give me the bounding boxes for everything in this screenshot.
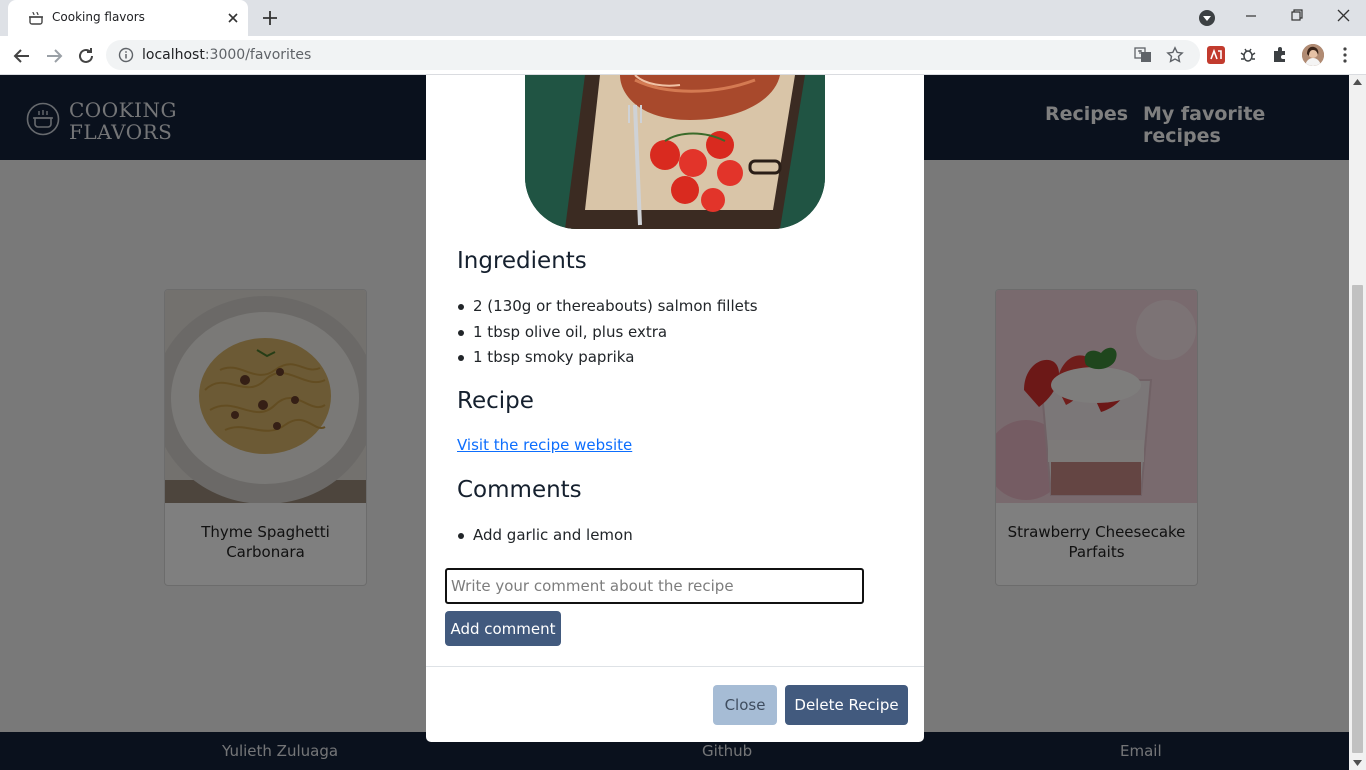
tab-title: Cooking flavors — [52, 10, 145, 24]
url-host: localhost — [142, 47, 205, 63]
forward-arrow-icon[interactable] — [42, 44, 66, 68]
puzzle-icon[interactable] — [1270, 45, 1290, 65]
extension-icon[interactable] — [1206, 45, 1226, 65]
url-text: localhost:3000/favorites — [142, 47, 311, 63]
recipe-photo — [525, 75, 825, 229]
recipe-website-link[interactable]: Visit the recipe website — [457, 436, 632, 454]
scroll-down-arrow-icon[interactable] — [1353, 760, 1362, 766]
close-icon[interactable] — [224, 9, 242, 27]
info-icon[interactable] — [118, 47, 134, 63]
cooking-pot-icon — [29, 11, 43, 25]
scrollbar-thumb[interactable] — [1352, 285, 1363, 753]
recipe-heading: Recipe — [457, 388, 534, 414]
list-item: 2 (130g or thereabouts) salmon fillets — [457, 294, 758, 320]
back-arrow-icon[interactable] — [10, 44, 34, 68]
delete-recipe-button[interactable]: Delete Recipe — [785, 685, 908, 725]
list-item: 1 tbsp smoky paprika — [457, 345, 758, 371]
scrollbar[interactable] — [1349, 75, 1366, 770]
bug-icon[interactable] — [1238, 45, 1258, 65]
list-item: 1 tbsp olive oil, plus extra — [457, 320, 758, 346]
browser-tabstrip: Cooking flavors — [0, 0, 1366, 36]
minimize-icon[interactable] — [1238, 5, 1264, 27]
scroll-up-arrow-icon[interactable] — [1353, 79, 1362, 85]
address-bar[interactable]: localhost:3000/favorites — [106, 40, 1200, 70]
close-button[interactable]: Close — [713, 685, 777, 725]
recipe-modal: Ingredients 2 (130g or thereabouts) salm… — [426, 75, 924, 742]
salmon-image — [525, 75, 825, 229]
url-path: :3000/favorites — [204, 47, 312, 63]
ingredients-heading: Ingredients — [457, 248, 587, 274]
restore-icon[interactable] — [1284, 5, 1310, 27]
comment-input[interactable] — [445, 568, 864, 604]
browser-tab[interactable]: Cooking flavors — [8, 0, 248, 36]
modal-footer: Close Delete Recipe — [426, 666, 924, 742]
reload-icon[interactable] — [74, 44, 98, 68]
list-item: Add garlic and lemon — [457, 523, 633, 549]
comments-list: Add garlic and lemon — [457, 523, 633, 549]
page-viewport: COOKING FLAVORS Recipes My favorite reci… — [0, 75, 1349, 770]
chevron-down-icon[interactable] — [1198, 9, 1216, 27]
plus-icon[interactable] — [260, 8, 280, 28]
ingredients-list: 2 (130g or thereabouts) salmon fillets 1… — [457, 294, 758, 371]
profile-photo-icon — [1302, 44, 1324, 66]
comments-heading: Comments — [457, 477, 582, 503]
close-icon[interactable] — [1330, 5, 1356, 27]
avatar[interactable] — [1302, 44, 1324, 66]
browser-toolbar: localhost:3000/favorites — [0, 36, 1366, 75]
add-comment-button[interactable]: Add comment — [445, 611, 561, 646]
star-icon[interactable] — [1166, 46, 1184, 64]
kebab-menu-icon[interactable] — [1336, 46, 1354, 64]
translate-icon[interactable] — [1134, 46, 1152, 64]
